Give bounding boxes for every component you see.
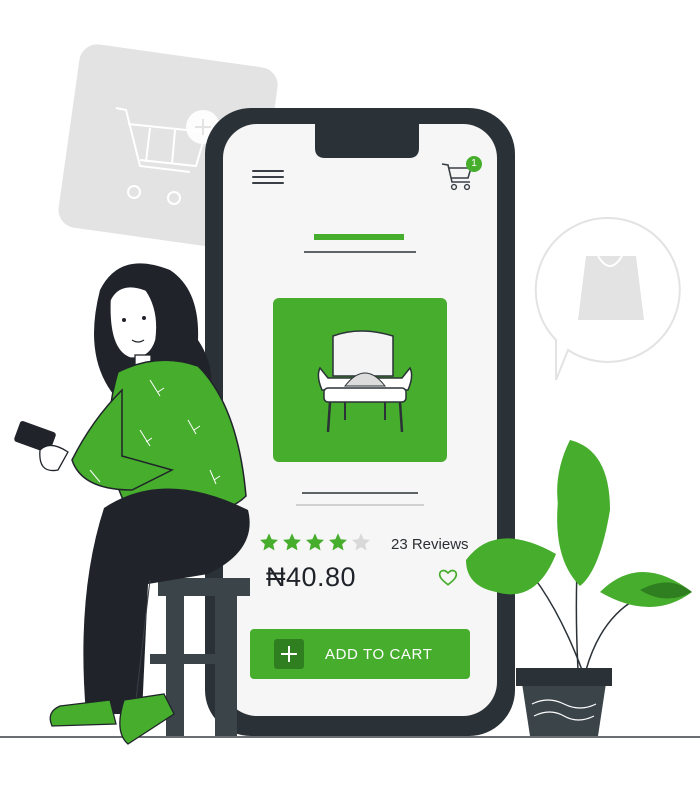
- star-filled-icon: [329, 533, 347, 551]
- hamburger-line: [252, 170, 284, 172]
- rating-stars: [258, 532, 373, 557]
- add-to-cart-label: ADD TO CART: [325, 645, 433, 663]
- illustration: [0, 44, 700, 745]
- hamburger-line: [252, 182, 284, 184]
- product-image: [273, 298, 447, 462]
- reviews-count[interactable]: 23 Reviews: [391, 536, 469, 553]
- shopping-bag-bubble: [534, 216, 681, 381]
- cart-count-badge: 1: [466, 156, 482, 172]
- heart-icon: [438, 569, 458, 586]
- favorite-button[interactable]: [438, 568, 460, 590]
- hamburger-line: [252, 176, 284, 178]
- menu-button[interactable]: [250, 166, 286, 188]
- add-to-cart-button[interactable]: ADD TO CART: [250, 629, 470, 679]
- plus-icon: [274, 639, 304, 669]
- star-filled-icon: [260, 533, 278, 551]
- product-rating: 23 Reviews: [258, 532, 469, 557]
- star-filled-icon: [283, 533, 301, 551]
- star-filled-icon: [306, 533, 324, 551]
- product-price: ₦40.80: [266, 562, 357, 592]
- star-empty-icon: [352, 533, 370, 551]
- cart-button[interactable]: 1: [440, 156, 484, 194]
